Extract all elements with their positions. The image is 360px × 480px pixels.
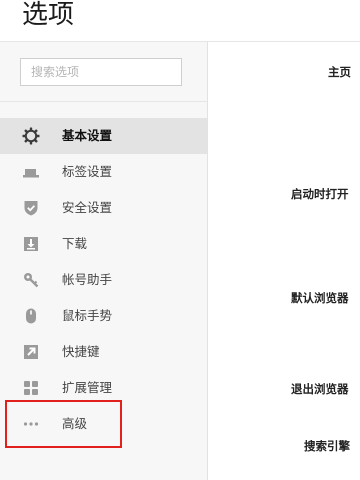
sidebar-item-download[interactable]: 下载 <box>0 226 207 262</box>
sidebar-item-tab-settings[interactable]: 标签设置 <box>0 154 207 190</box>
page-title: 选项 <box>22 0 75 30</box>
section-startup: 启动时打开 <box>291 187 349 201</box>
key-icon <box>22 271 40 289</box>
sidebar-item-extensions[interactable]: 扩展管理 <box>0 370 207 406</box>
title-bar: 选项 <box>0 0 360 42</box>
main-content: 主页 启动时打开 默认浏览器 退出浏览器 搜索引擎 <box>209 42 360 480</box>
shield-icon <box>22 199 40 217</box>
sidebar-item-mouse-gestures[interactable]: 鼠标手势 <box>0 298 207 334</box>
sidebar-item-label: 鼠标手势 <box>62 308 113 323</box>
sidebar-item-label: 标签设置 <box>62 164 113 179</box>
mouse-icon <box>22 307 40 325</box>
section-search-engine: 搜索引擎 <box>304 439 350 453</box>
sidebar-item-label: 快捷键 <box>62 344 100 359</box>
section-homepage: 主页 <box>328 65 351 79</box>
gear-icon <box>22 127 40 145</box>
sidebar-item-label: 高级 <box>62 416 88 431</box>
sidebar-item-label: 基本设置 <box>62 128 113 143</box>
sidebar-item-label: 下载 <box>62 236 88 251</box>
section-exit-browser: 退出浏览器 <box>291 382 349 396</box>
sidebar-item-advanced[interactable]: 高级 <box>0 406 207 442</box>
sidebar-item-security-settings[interactable]: 安全设置 <box>0 190 207 226</box>
sidebar-item-label: 扩展管理 <box>62 380 113 395</box>
search-area <box>0 42 208 102</box>
shortcut-arrow-icon <box>22 343 40 361</box>
sidebar-item-basic-settings[interactable]: 基本设置 <box>0 118 207 154</box>
search-input[interactable] <box>20 58 182 86</box>
extensions-grid-icon <box>22 379 40 397</box>
more-dots-icon <box>22 415 40 433</box>
tab-icon <box>22 163 40 181</box>
section-default-browser: 默认浏览器 <box>291 291 349 305</box>
sidebar-item-label: 帐号助手 <box>62 272 113 287</box>
sidebar-menu: 基本设置 标签设置 安全设置 下载 帐号助手 鼠标手势 快捷键 扩展管理 高级 <box>0 118 208 442</box>
sidebar-item-account-assistant[interactable]: 帐号助手 <box>0 262 207 298</box>
download-icon <box>22 235 40 253</box>
sidebar: 基本设置 标签设置 安全设置 <box>0 42 208 480</box>
sidebar-item-label: 安全设置 <box>62 200 113 215</box>
sidebar-item-shortcuts[interactable]: 快捷键 <box>0 334 207 370</box>
